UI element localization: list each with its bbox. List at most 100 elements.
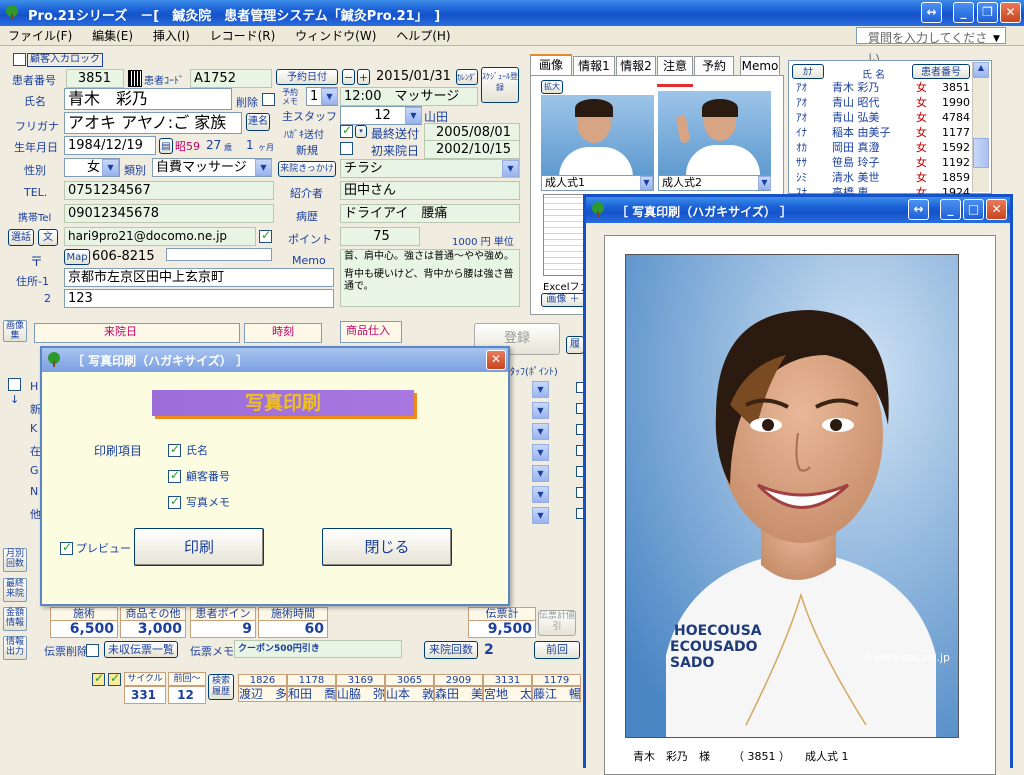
excel-thumbnail[interactable]	[543, 194, 587, 276]
recent-patient-name[interactable]: 山本 敦	[385, 686, 434, 702]
restore-arrows-button[interactable]: ↔	[921, 2, 942, 23]
slip-memo-field[interactable]: クーポン500円引き	[234, 640, 402, 658]
thumbnail-photo-2[interactable]	[658, 91, 771, 175]
patient-code-field[interactable]: A1752	[190, 69, 272, 88]
list-item[interactable]: ｼﾐ 清水 美世 女 1859	[792, 170, 972, 185]
schedule-button[interactable]: ｽｹｼﾞｭｰﾙ登録	[481, 67, 519, 103]
birth-field[interactable]: 1984/12/19	[64, 136, 156, 155]
email-field[interactable]: hari9pro21@docomo.ne.jp	[64, 227, 256, 246]
visits-button[interactable]: 来院回数	[424, 641, 478, 659]
slip-delete-checkbox[interactable]	[86, 644, 99, 657]
recent-patient-name[interactable]: 藤江 暢	[532, 686, 581, 702]
reserve-date-field[interactable]: 2015/01/31	[376, 69, 451, 84]
staff-chevron-down-icon[interactable]: ▼	[405, 107, 422, 124]
thumbnail-photo-1[interactable]	[541, 95, 654, 175]
zip-extra-field[interactable]	[166, 248, 272, 261]
mobile-field[interactable]: 09012345678	[64, 204, 274, 223]
visit-select-checkbox[interactable]	[8, 378, 21, 391]
side-amount-button[interactable]: 金額情報	[3, 607, 27, 631]
slip-discount-button[interactable]: 伝票計値引	[538, 610, 576, 636]
email-checkbox[interactable]	[259, 228, 272, 243]
menu-record[interactable]: レコード(R)	[202, 26, 284, 46]
hagaki-checkbox[interactable]	[340, 123, 353, 138]
print-button[interactable]: 印刷	[134, 528, 264, 566]
date-minus-button[interactable]: −	[342, 69, 355, 85]
image-add-button[interactable]: 画像 ＋	[541, 293, 585, 307]
visit-row-chevron-down-icon[interactable]: ▼	[532, 465, 549, 482]
reserve-date-button[interactable]: 予約日付	[276, 69, 338, 85]
menu-insert[interactable]: 挿入(I)	[145, 26, 198, 46]
help-search-input[interactable]: 質問を入力してください	[856, 27, 1006, 65]
side-monthly-button[interactable]: 月別回数	[3, 548, 27, 572]
tab-memo[interactable]: Memo	[740, 56, 780, 76]
photo1-caption[interactable]: 成人式1	[541, 175, 654, 191]
reserve-chevron-down-icon[interactable]: ▼	[321, 88, 338, 105]
opt-number-checkbox[interactable]	[168, 468, 181, 483]
address1-field[interactable]: 京都市左京区田中上玄京町	[64, 268, 334, 287]
tab-info1[interactable]: 情報1	[573, 56, 615, 76]
type-chevron-down-icon[interactable]: ▼	[255, 159, 272, 176]
tab-reserve[interactable]: 予約	[694, 56, 734, 76]
name-field[interactable]: 青木 彩乃	[64, 88, 232, 110]
new-checkbox[interactable]	[340, 142, 353, 155]
reason-button[interactable]: 来院きっかけ	[278, 161, 336, 177]
visit-row-chevron-down-icon[interactable]: ▼	[532, 423, 549, 440]
menu-edit[interactable]: 編集(E)	[84, 26, 141, 46]
list-header-kana[interactable]: ｶﾅ	[792, 64, 824, 79]
tel-field[interactable]: 0751234567	[64, 181, 274, 200]
preview-checkbox[interactable]	[60, 540, 73, 555]
visit-row-chevron-down-icon[interactable]: ▼	[532, 402, 549, 419]
calendar-button[interactable]: ｶﾚﾝﾀﾞ	[456, 69, 478, 85]
recent-patient-name[interactable]: 和田 喬	[287, 686, 336, 702]
opt-memo-checkbox[interactable]	[168, 494, 181, 509]
maximize-button[interactable]: ❐	[977, 2, 998, 23]
reason-select[interactable]: チラシ	[340, 159, 520, 178]
address2-field[interactable]: 123	[64, 289, 334, 308]
menu-window[interactable]: ウィンドウ(W)	[287, 26, 384, 46]
menu-chevron-down-icon[interactable]: ▼	[993, 29, 1000, 49]
tab-image[interactable]: 画像	[530, 54, 572, 76]
list-item[interactable]: ｻｻ 笹島 玲子 女 1192	[792, 155, 972, 170]
calendar-small-button[interactable]: ▤	[159, 138, 173, 154]
delete-checkbox[interactable]	[262, 93, 275, 106]
sex-chevron-down-icon[interactable]: ▼	[102, 159, 119, 176]
menu-help[interactable]: ヘルプ(H)	[388, 26, 458, 46]
photo1-chevron-down-icon[interactable]: ▼	[640, 176, 653, 190]
list-item[interactable]: ｵｶ 岡田 真澄 女 1592	[792, 140, 972, 155]
close-button[interactable]: ✕	[1000, 2, 1021, 23]
date-plus-button[interactable]: +	[357, 69, 370, 85]
referrer-field[interactable]: 田中さん	[340, 181, 520, 200]
reason-chevron-down-icon[interactable]: ▼	[502, 160, 519, 177]
type-select[interactable]: 自費マッサージ	[152, 158, 272, 177]
visit-row-chevron-down-icon[interactable]: ▼	[532, 507, 549, 524]
scroll-thumb[interactable]	[973, 138, 989, 168]
search-history-button[interactable]: 検索履歴	[208, 674, 234, 700]
preview-close-icon[interactable]: ✕	[986, 199, 1007, 220]
tab-caution[interactable]: 注意	[657, 56, 693, 76]
select-button[interactable]: 選話	[8, 229, 34, 246]
family-button[interactable]: 連名	[246, 113, 270, 131]
recent-patient-name[interactable]: 森田 美	[434, 686, 483, 702]
first-visit-field[interactable]: 2002/10/15	[424, 140, 520, 159]
recent-patient-name[interactable]: 山脇 弥	[336, 686, 385, 702]
tab-info2[interactable]: 情報2	[616, 56, 656, 76]
scroll-up-icon[interactable]: ▲	[973, 62, 989, 78]
photo2-caption[interactable]: 成人式2	[658, 175, 771, 191]
memo-field[interactable]: 首、肩中心。強さは普通～やや強め。 背中も硬いけど、背中から腰は強さ普通で。	[340, 249, 520, 307]
slip-list-button[interactable]: 未収伝票一覧	[104, 641, 178, 658]
menu-file[interactable]: ファイル(F)	[0, 26, 80, 46]
side-output-button[interactable]: 情報出力	[3, 636, 27, 660]
side-image-collection-button[interactable]: 画像集	[3, 320, 27, 342]
preview-minimize-button[interactable]: _	[940, 199, 961, 220]
kana-field[interactable]: アオキ アヤノ:ご 家族	[64, 112, 242, 134]
visit-row-chevron-down-icon[interactable]: ▼	[532, 444, 549, 461]
patient-id-field[interactable]: 3851	[66, 69, 124, 88]
visit-row-chevron-down-icon[interactable]: ▼	[532, 381, 549, 398]
letter-button[interactable]: 文	[38, 229, 58, 246]
side-last-visit-button[interactable]: 最終来院	[3, 578, 27, 602]
barcode-icon[interactable]	[128, 70, 142, 87]
list-item[interactable]: ｲﾅ 稲本 由美子 女 1177	[792, 125, 972, 140]
history-field[interactable]: ドライアイ 腰痛	[340, 204, 520, 223]
photo2-chevron-down-icon[interactable]: ▼	[758, 176, 771, 190]
recent-patient-name[interactable]: 宮地 太	[483, 686, 532, 702]
